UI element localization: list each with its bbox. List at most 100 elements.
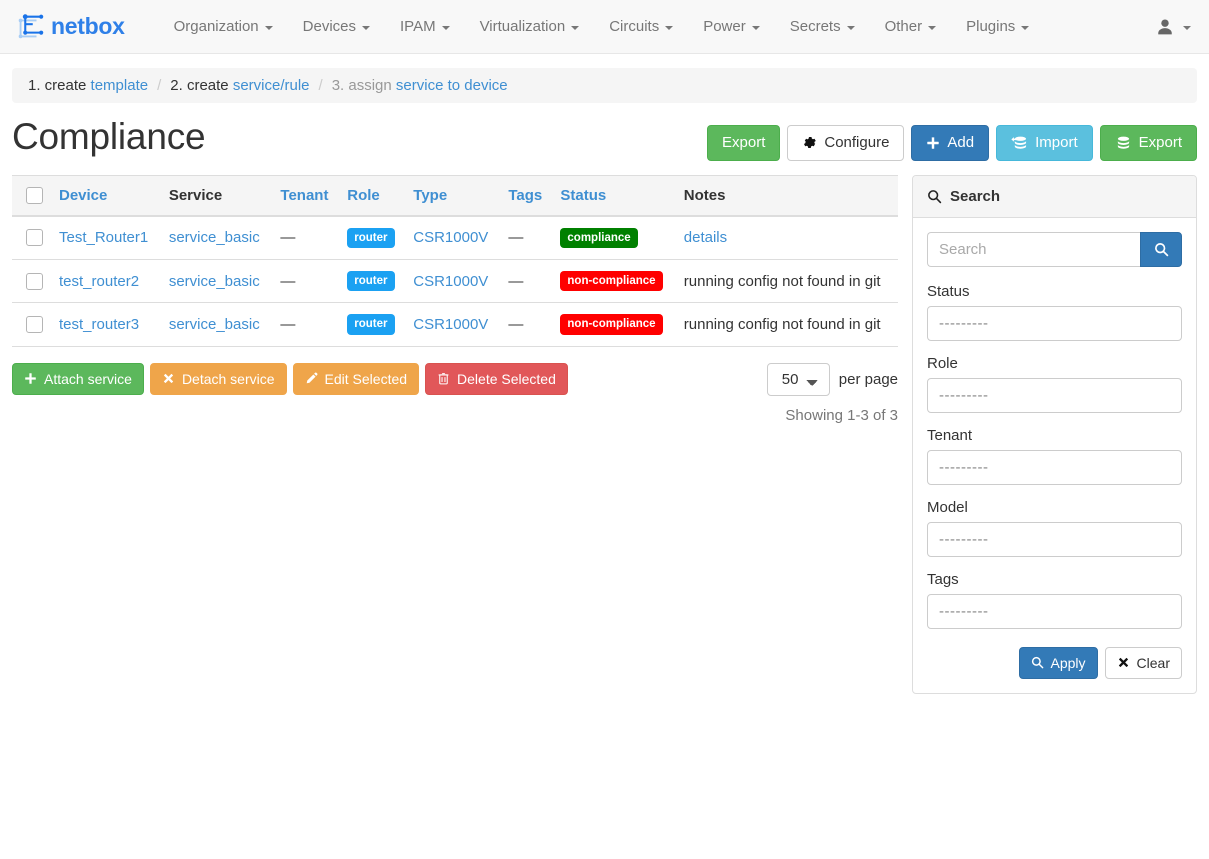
configure-label: Configure — [824, 134, 890, 151]
cell-type: CSR1000V — [405, 302, 501, 347]
row-select-cell — [12, 215, 51, 260]
device-link[interactable]: test_router3 — [59, 316, 139, 333]
role-badge[interactable]: router — [347, 314, 395, 335]
page-title: Compliance — [12, 116, 206, 157]
cell-tags: — — [500, 302, 553, 347]
nav-label-organization: Organization — [173, 18, 259, 35]
type-link[interactable]: CSR1000V — [413, 229, 488, 246]
column-header-status[interactable]: Status — [552, 174, 676, 217]
search-panel-title: Search — [950, 187, 1001, 205]
nav-item-circuits[interactable]: Circuits — [594, 10, 688, 43]
filter-select-role[interactable]: --------- — [927, 377, 1182, 413]
cell-role: router — [339, 215, 406, 260]
chevron-down-icon — [846, 25, 855, 30]
search-icon — [928, 189, 942, 203]
notes-link[interactable]: details — [684, 229, 727, 246]
filter-label-tags: Tags — [927, 570, 959, 588]
service-link[interactable]: service_basic — [169, 273, 260, 290]
nav-label-ipam: IPAM — [400, 18, 436, 35]
clear-label: Clear — [1136, 654, 1170, 671]
nav-item-other[interactable]: Other — [870, 10, 952, 43]
cell-status: non-compliance — [552, 259, 676, 304]
row-checkbox[interactable] — [26, 272, 43, 290]
chevron-down-icon — [665, 25, 674, 30]
import-icon — [1011, 136, 1027, 149]
nav-item-power[interactable]: Power — [688, 10, 775, 43]
per-page-select[interactable]: 50 — [766, 362, 830, 396]
cell-tenant: — — [272, 215, 340, 260]
nav-item-secrets[interactable]: Secrets — [775, 10, 870, 43]
table-row: test_router3 service_basic — router CSR1… — [12, 302, 898, 347]
cell-device: test_router2 — [51, 259, 161, 304]
nav-item-virtualization[interactable]: Virtualization — [465, 10, 595, 43]
chevron-down-icon — [928, 25, 937, 30]
chevron-down-icon — [362, 25, 371, 30]
cell-device: test_router3 — [51, 302, 161, 347]
select-all-checkbox[interactable] — [26, 186, 43, 204]
pagination-controls: 50 per page Showing 1-3 of 3 — [766, 362, 898, 424]
column-header-service: Service — [160, 174, 273, 217]
search-input[interactable] — [927, 231, 1140, 267]
column-header-tags[interactable]: Tags — [500, 174, 553, 217]
detach-service-label: Detach service — [181, 370, 275, 387]
configure-button[interactable]: Configure — [787, 125, 905, 161]
export-data-button[interactable]: Export — [1099, 125, 1197, 161]
role-badge[interactable]: router — [347, 227, 395, 248]
column-header-device[interactable]: Device — [51, 174, 161, 217]
nav-item-plugins[interactable]: Plugins — [951, 10, 1044, 43]
filter-select-model[interactable]: --------- — [927, 521, 1182, 557]
column-header-tenant[interactable]: Tenant — [272, 174, 340, 217]
row-checkbox[interactable] — [26, 315, 43, 333]
breadcrumb-step-3-link[interactable]: service to device — [396, 77, 508, 94]
nav-item-ipam[interactable]: IPAM — [385, 10, 465, 43]
nav-label-power: Power — [703, 18, 746, 35]
type-link[interactable]: CSR1000V — [413, 273, 488, 290]
nav-label-other: Other — [884, 18, 923, 35]
service-link[interactable]: service_basic — [169, 229, 260, 246]
export-table-label: Export — [722, 134, 766, 151]
filter-select-tags[interactable]: --------- — [927, 593, 1182, 629]
edit-selected-label: Edit Selected — [324, 370, 408, 387]
export-table-button[interactable]: Export — [707, 125, 781, 161]
service-link[interactable]: service_basic — [169, 316, 260, 333]
search-input-group — [927, 231, 1182, 267]
filter-value-tenant: --------- — [939, 458, 989, 476]
filter-select-tenant[interactable]: --------- — [927, 449, 1182, 485]
breadcrumb-step-1-link[interactable]: template — [91, 77, 149, 94]
cell-role: router — [339, 259, 406, 304]
netbox-brand-link[interactable]: netbox — [14, 12, 125, 42]
gear-icon — [804, 137, 817, 149]
apply-filters-button[interactable]: Apply — [1018, 646, 1098, 679]
filter-value-role: --------- — [939, 386, 989, 404]
cell-service: service_basic — [160, 259, 273, 304]
user-menu[interactable] — [1156, 0, 1191, 53]
import-button[interactable]: Import — [996, 125, 1093, 161]
edit-selected-button[interactable]: Edit Selected — [292, 362, 420, 395]
filter-select-status[interactable]: --------- — [927, 305, 1182, 341]
cell-status: non-compliance — [552, 302, 676, 347]
cell-role: router — [339, 302, 406, 347]
device-link[interactable]: Test_Router1 — [59, 229, 148, 246]
nav-item-devices[interactable]: Devices — [288, 10, 385, 43]
delete-selected-button[interactable]: Delete Selected — [425, 362, 568, 395]
device-link[interactable]: test_router2 — [59, 273, 139, 290]
cell-tags: — — [500, 259, 553, 304]
role-badge[interactable]: router — [347, 270, 395, 292]
column-header-role[interactable]: Role — [339, 174, 406, 217]
column-header-type[interactable]: Type — [405, 174, 501, 217]
add-button[interactable]: Add — [911, 125, 990, 161]
type-link[interactable]: CSR1000V — [413, 316, 488, 333]
attach-service-button[interactable]: Attach service — [12, 362, 144, 395]
search-panel-body: Status --------- Role --------- Tenant -… — [913, 218, 1196, 693]
page-header: Compliance Export Configure Add Import E… — [0, 103, 1209, 161]
cell-device: Test_Router1 — [51, 215, 161, 260]
status-badge: non-compliance — [560, 314, 663, 335]
breadcrumb-step-2-link[interactable]: service/rule — [233, 77, 310, 94]
filter-value-status: --------- — [939, 314, 989, 332]
add-label: Add — [947, 134, 975, 151]
search-submit-button[interactable] — [1140, 231, 1182, 267]
nav-item-organization[interactable]: Organization — [159, 10, 288, 43]
row-checkbox[interactable] — [26, 229, 43, 247]
clear-filters-button[interactable]: Clear — [1104, 646, 1182, 679]
detach-service-button[interactable]: Detach service — [149, 362, 287, 395]
